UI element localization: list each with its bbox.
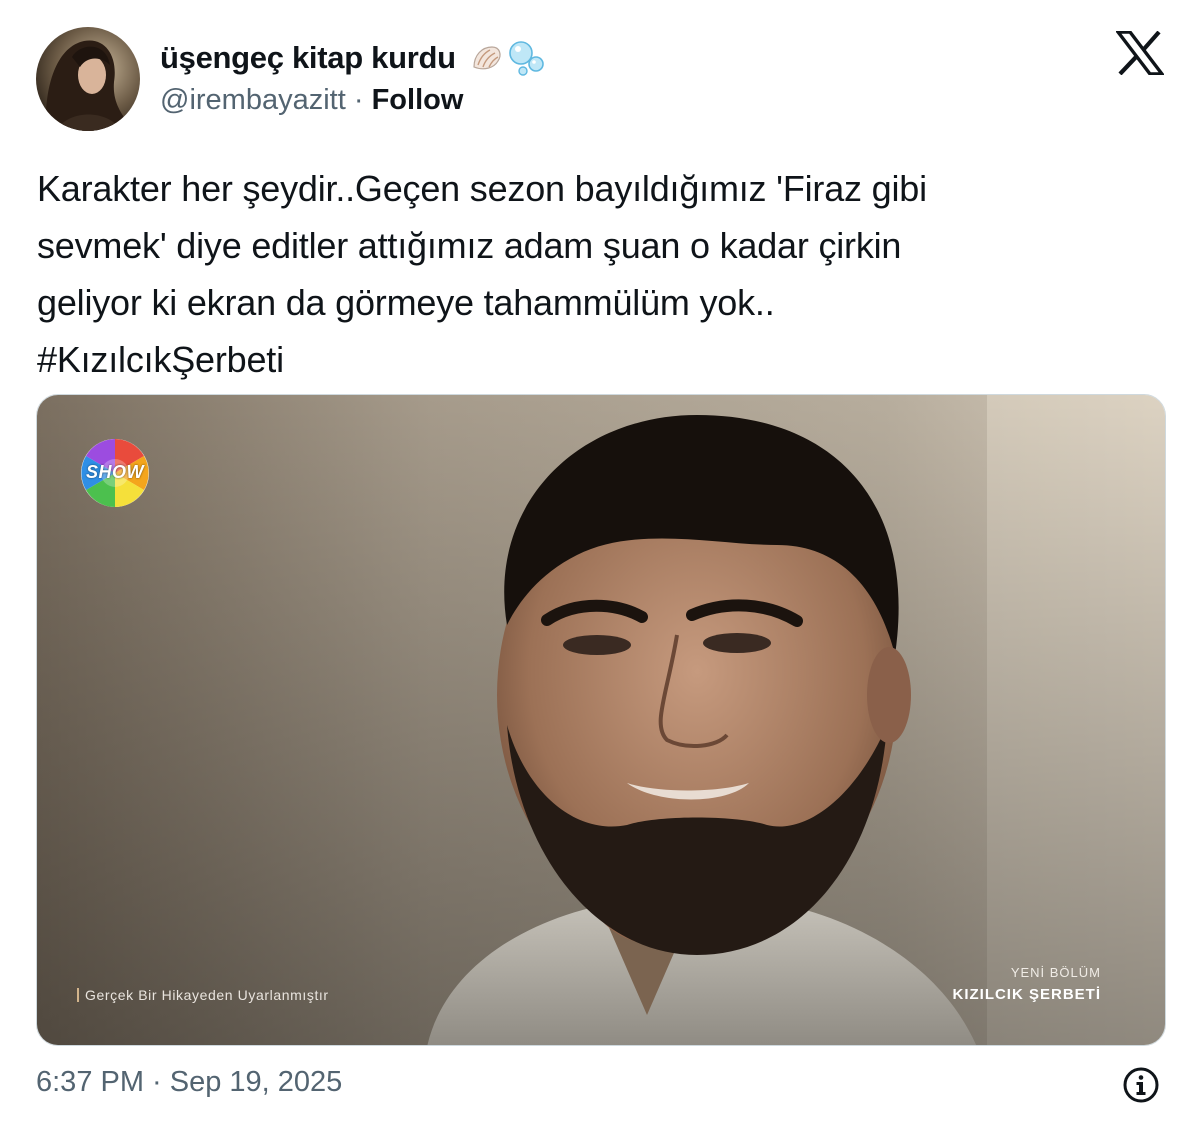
- display-name[interactable]: üşengeç kitap kurdu: [160, 38, 546, 78]
- show-logo-text: SHOW: [86, 462, 144, 482]
- separator: ·: [353, 84, 364, 116]
- bubbles-emoji-icon: [508, 41, 544, 76]
- tweet-text: Karakter her şeydir..Geçen sezon bayıldı…: [37, 160, 1167, 388]
- avatar-image: [36, 27, 140, 131]
- follow-button[interactable]: Follow: [372, 84, 464, 116]
- caption-new-episode: YENİ BÖLÜM: [1010, 965, 1101, 980]
- x-logo-icon[interactable]: [1116, 31, 1164, 75]
- media-caption-left: Gerçek Bir Hikayeden Uyarlanmıştır: [77, 987, 329, 1003]
- media-photo: [37, 395, 1165, 1045]
- caption-show-title: KIZILCIK ŞERBETİ: [952, 986, 1101, 1003]
- display-name-text: üşengeç kitap kurdu: [160, 40, 456, 75]
- tweet-media[interactable]: SHOW Gerçek Bir Hikayeden Uyarlanmıştır …: [36, 394, 1166, 1046]
- handle-row: @irembayazitt · Follow: [160, 84, 463, 117]
- caption-bar: [77, 988, 79, 1002]
- tweet-text-line: geliyor ki ekran da görmeye tahammülüm y…: [37, 282, 775, 323]
- tweet-text-line: Karakter her şeydir..Geçen sezon bayıldı…: [37, 168, 927, 209]
- info-icon[interactable]: [1122, 1066, 1160, 1104]
- hashtag-link[interactable]: #KızılcıkŞerbeti: [37, 331, 1167, 388]
- caption-left-text: Gerçek Bir Hikayeden Uyarlanmıştır: [85, 987, 329, 1003]
- avatar[interactable]: [36, 27, 140, 131]
- user-handle[interactable]: @irembayazitt: [160, 84, 346, 116]
- timestamp[interactable]: 6:37 PM · Sep 19, 2025: [36, 1066, 342, 1099]
- shell-emoji-icon: [473, 46, 501, 70]
- media-caption-right: YENİ BÖLÜM KIZILCIK ŞERBETİ: [952, 965, 1101, 1003]
- tweet-text-line: sevmek' diye editler attığımız adam şuan…: [37, 225, 902, 266]
